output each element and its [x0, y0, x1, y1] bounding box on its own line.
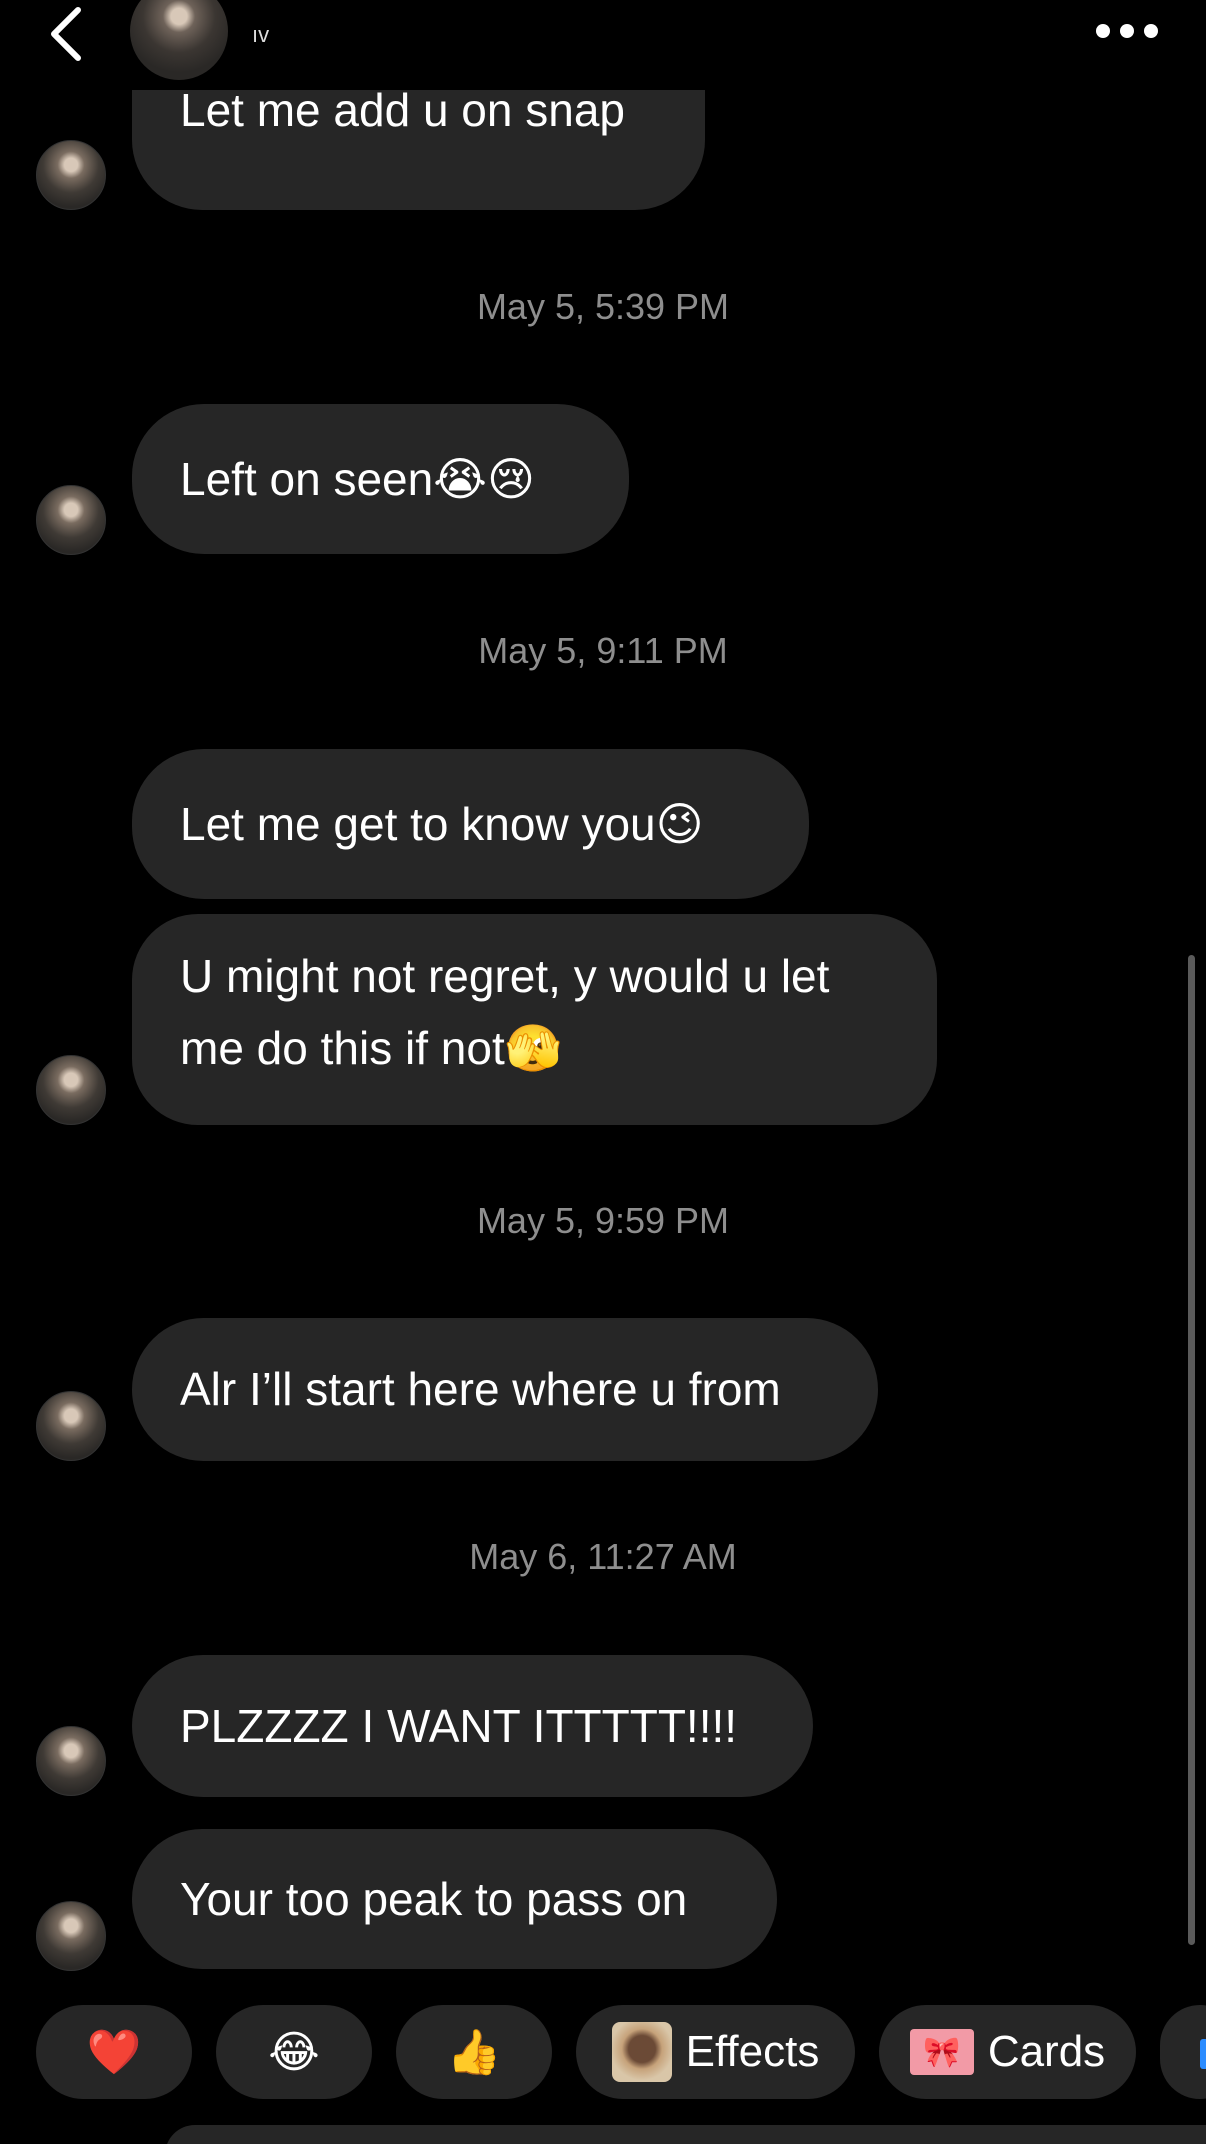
cards-button[interactable]: 🎀 Cards	[879, 2005, 1136, 2099]
contact-name[interactable]: ıv	[252, 22, 269, 48]
message-text: Let me add u on snap	[180, 84, 625, 136]
timestamp: May 5, 5:39 PM	[476, 286, 730, 327]
scrollbar[interactable]	[1188, 955, 1195, 1945]
quick-actions-bar: ❤️ 😂 👍 Effects 🎀 Cards	[0, 2005, 1206, 2099]
sender-avatar[interactable]	[36, 140, 106, 210]
laugh-reaction-button[interactable]: 😂	[216, 2005, 372, 2099]
timestamp: May 6, 11:27 AM	[469, 1536, 737, 1577]
heart-icon: ❤️	[86, 2028, 142, 2077]
timestamp: May 5, 9:59 PM	[476, 1200, 730, 1241]
bow-icon: 🎀	[909, 2029, 974, 2075]
sender-avatar[interactable]	[36, 1726, 106, 1796]
sender-avatar[interactable]	[36, 1391, 106, 1461]
message-text: Let me get to know you😉	[180, 798, 704, 850]
sender-avatar[interactable]	[36, 485, 106, 555]
back-button[interactable]	[40, 4, 100, 64]
message-bubble[interactable]: Alr I’ll start here where u from	[132, 1318, 878, 1461]
message-composer[interactable]	[165, 2125, 1206, 2144]
more-horizontal-icon	[1096, 24, 1110, 38]
effects-label: Effects	[685, 2027, 820, 2076]
sender-avatar[interactable]	[36, 1055, 106, 1125]
chat-header: ıv	[0, 0, 1206, 90]
chat-screen: ıv Let me add u on snap May 5, 5:39 PM L…	[0, 0, 1206, 2144]
message-text: U might not regret, y would u let me do …	[180, 950, 830, 1074]
more-actions-chip[interactable]	[1160, 2005, 1206, 2099]
message-bubble[interactable]: Let me get to know you😉	[132, 749, 809, 899]
contact-avatar[interactable]	[130, 0, 228, 80]
effects-button[interactable]: Effects	[576, 2005, 855, 2099]
message-bubble[interactable]: Let me add u on snap	[132, 70, 705, 210]
more-options-button[interactable]	[1096, 20, 1160, 42]
effects-thumbnail-icon	[611, 2022, 672, 2082]
message-bubble[interactable]: U might not regret, y would u let me do …	[132, 914, 937, 1125]
heart-reaction-button[interactable]: ❤️	[36, 2005, 192, 2099]
chevron-left-icon	[51, 7, 81, 61]
message-text: Your too peak to pass on	[180, 1873, 688, 1925]
thumbs-up-icon: 👍	[446, 2028, 502, 2077]
laughing-face-icon: 😂	[268, 2027, 320, 2077]
thumbs-up-reaction-button[interactable]: 👍	[396, 2005, 552, 2099]
sender-avatar[interactable]	[36, 1901, 106, 1971]
message-bubble[interactable]: PLZZZZ I WANT ITTTTT!!!!	[132, 1655, 813, 1797]
message-bubble[interactable]: Left on seen😭😢	[132, 404, 629, 554]
timestamp: May 5, 9:11 PM	[478, 630, 728, 671]
message-bubble[interactable]: Your too peak to pass on	[132, 1829, 777, 1969]
cards-label: Cards	[987, 2027, 1106, 2076]
message-text: Alr I’ll start here where u from	[180, 1363, 781, 1415]
message-text: Left on seen😭😢	[180, 453, 535, 505]
message-text: PLZZZZ I WANT ITTTTT!!!!	[180, 1700, 738, 1752]
